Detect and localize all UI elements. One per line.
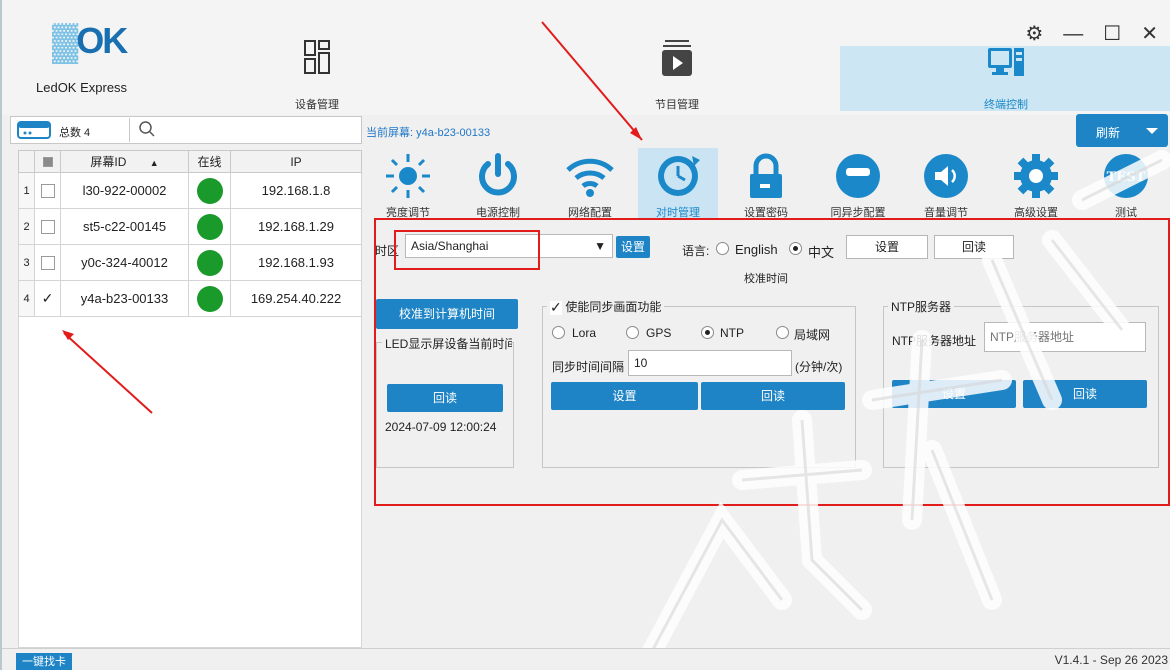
arrow-head bbox=[62, 330, 74, 340]
status-bar: 一键找卡 V1.4.1 - Sep 26 2023 bbox=[2, 648, 1170, 670]
annotation-arrows bbox=[62, 21, 643, 414]
app-window: ▓OK LedOK Express 设备管理 节目管理 终端控制 ⚙ — ☐ ✕… bbox=[0, 0, 1170, 670]
arrow-to-time-sync bbox=[541, 21, 643, 141]
find-card-button[interactable]: 一键找卡 bbox=[16, 653, 72, 670]
version-label: V1.4.1 - Sep 26 2023 bbox=[1054, 653, 1168, 667]
arrow-to-selected-row bbox=[63, 332, 153, 414]
